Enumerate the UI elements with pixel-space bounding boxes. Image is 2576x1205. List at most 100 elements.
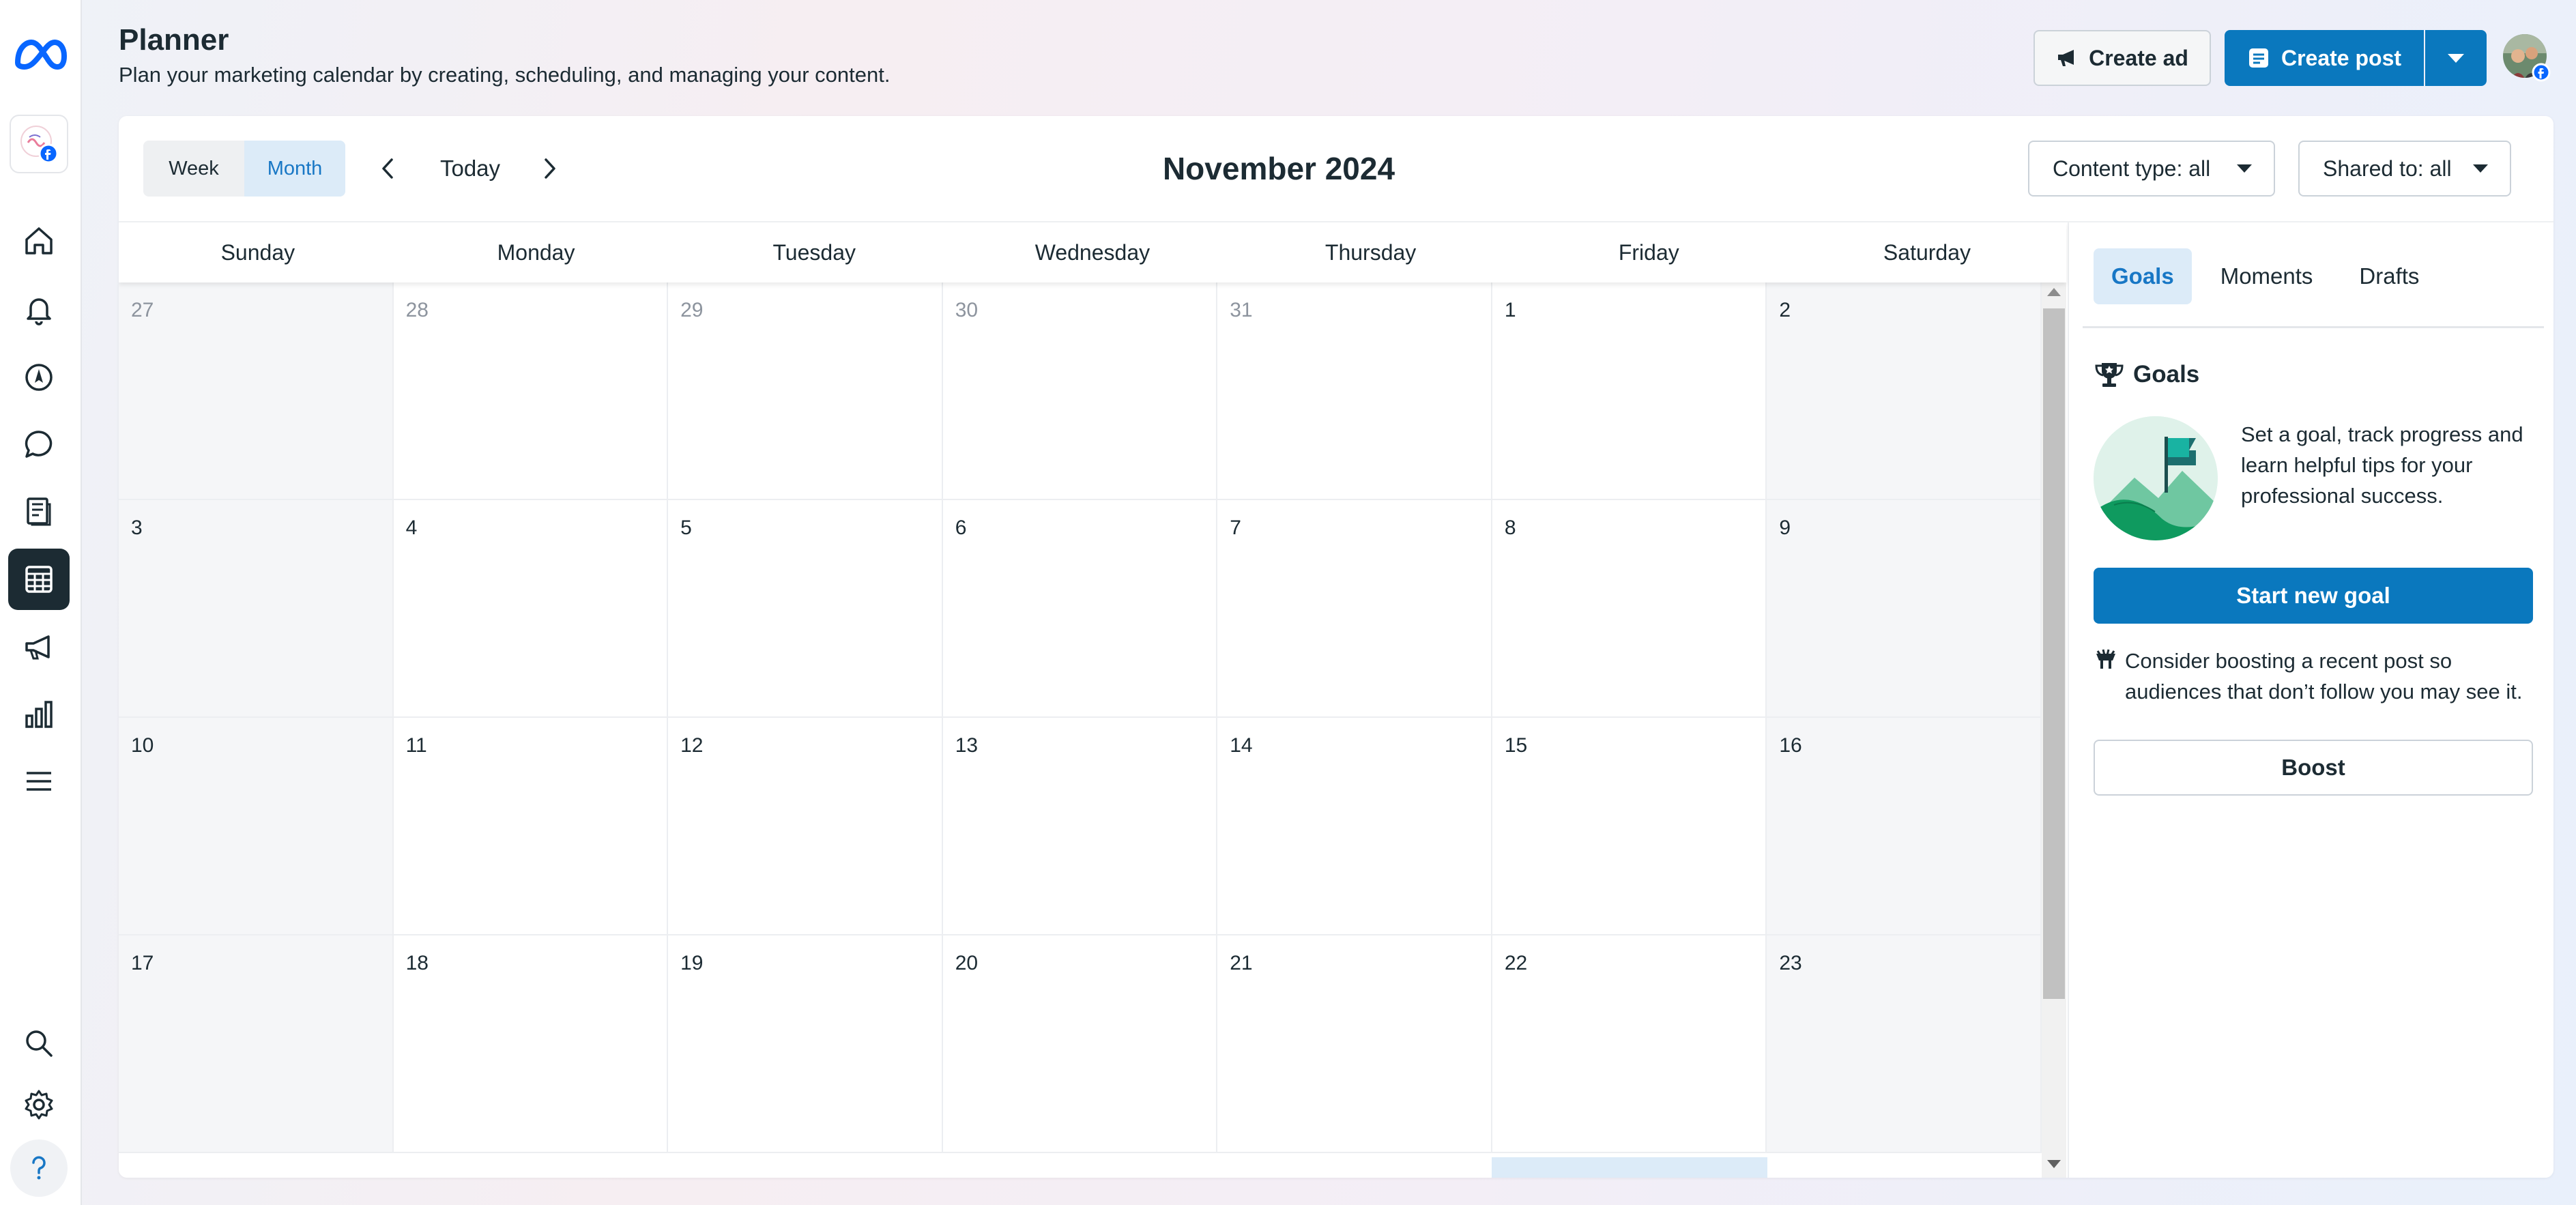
sidebar-item-content[interactable] xyxy=(8,480,70,542)
panel-tabs: Goals Moments Drafts xyxy=(2094,248,2437,304)
day-cell[interactable]: 10 xyxy=(119,718,394,935)
weekday-label: Friday xyxy=(1618,239,1679,265)
day-cell[interactable]: 8 xyxy=(1492,500,1767,718)
sidebar-item-ads[interactable] xyxy=(8,617,70,678)
week-row: 17 18 19 20 21 22 23 xyxy=(119,935,2042,1153)
day-cell[interactable]: 9 xyxy=(1767,500,2042,718)
day-cell[interactable]: 20 xyxy=(942,935,1218,1153)
content-type-filter[interactable]: Content type: all xyxy=(2028,141,2275,197)
megaphone-icon xyxy=(2058,50,2074,66)
day-cell[interactable]: 16 xyxy=(1767,718,2042,935)
calendar-scrollbar-thumb[interactable] xyxy=(2043,308,2065,999)
weekday-label: Sunday xyxy=(220,239,295,265)
sidebar-item-inbox[interactable] xyxy=(8,413,70,475)
day-cell[interactable]: 22 xyxy=(1492,935,1767,1153)
day-cell[interactable]: 18 xyxy=(393,935,669,1153)
weekday-header-row: Sunday Monday Tuesday Wednesday Thursday… xyxy=(119,222,2066,282)
day-cell[interactable]: 29 xyxy=(668,282,943,500)
sidebar-item-home[interactable] xyxy=(8,210,70,272)
planner-card: Week Month Today November 2024 Content t… xyxy=(119,116,2553,1178)
next-month-button[interactable] xyxy=(531,150,568,187)
mountain-flag-icon xyxy=(2094,416,2218,540)
today-button[interactable]: Today xyxy=(419,150,521,187)
goals-flag-illustration xyxy=(2094,416,2218,540)
menu-icon xyxy=(27,772,51,791)
week-row: 3 4 5 6 7 8 9 xyxy=(119,500,2042,718)
tab-goals[interactable]: Goals xyxy=(2094,248,2192,304)
scroll-up-arrow-icon[interactable] xyxy=(2047,288,2061,296)
goals-side-panel: Goals Moments Drafts Goals Set a goal, t… xyxy=(2068,222,2553,1178)
week-row: 10 11 12 13 14 15 16 xyxy=(119,718,2042,935)
trophy-icon xyxy=(2095,363,2124,387)
bell-icon xyxy=(27,298,51,325)
day-cell[interactable]: 28 xyxy=(393,282,669,500)
boost-tip: Consider boosting a recent post so audie… xyxy=(2094,645,2537,707)
scroll-down-arrow-icon[interactable] xyxy=(2047,1160,2061,1168)
day-cell[interactable]: 1 xyxy=(1492,282,1767,500)
goals-heading: Goals xyxy=(2094,360,2199,389)
meta-logo-icon[interactable] xyxy=(11,35,68,74)
shared-to-label: Shared to: all xyxy=(2323,156,2452,181)
day-cell[interactable]: 19 xyxy=(668,935,943,1153)
weekday-label: Wednesday xyxy=(1034,239,1150,265)
caret-down-icon xyxy=(2473,164,2488,173)
content-pages-icon xyxy=(27,497,51,526)
tab-drafts[interactable]: Drafts xyxy=(2341,248,2437,304)
page-avatar-icon xyxy=(20,126,59,164)
day-cell[interactable]: 17 xyxy=(119,935,394,1153)
start-new-goal-button[interactable]: Start new goal xyxy=(2094,568,2533,624)
sidebar-item-help[interactable] xyxy=(10,1139,68,1197)
week-row: 27 28 29 30 31 1 2 xyxy=(119,282,2042,500)
day-cell[interactable]: 23 xyxy=(1767,935,2042,1153)
sidebar-item-notifications[interactable] xyxy=(8,278,70,340)
month-grid: 27 28 29 30 31 1 2 3 4 5 6 7 8 9 10 11 1… xyxy=(119,282,2042,1178)
create-post-button[interactable]: Create post xyxy=(2225,30,2424,86)
day-cell[interactable]: 5 xyxy=(668,500,943,718)
view-week-button[interactable]: Week xyxy=(143,141,244,197)
sidebar-item-planner[interactable] xyxy=(8,549,70,610)
weekday-label: Tuesday xyxy=(772,239,856,265)
day-cell[interactable]: 3 xyxy=(119,500,394,718)
previous-month-button[interactable] xyxy=(370,150,407,187)
caret-down-icon xyxy=(2237,164,2252,173)
day-cell[interactable]: 12 xyxy=(668,718,943,935)
day-cell[interactable]: 30 xyxy=(942,282,1218,500)
left-navigation-rail xyxy=(0,0,82,1205)
day-cell[interactable]: 11 xyxy=(393,718,669,935)
sidebar-item-insights[interactable] xyxy=(8,684,70,745)
sidebar-item-explore[interactable] xyxy=(8,347,70,408)
goals-heading-label: Goals xyxy=(2133,361,2200,388)
chat-icon xyxy=(25,431,53,458)
help-icon xyxy=(32,1156,46,1180)
tab-moments[interactable]: Moments xyxy=(2203,248,2331,304)
user-avatar[interactable] xyxy=(2502,33,2552,83)
calendar-planner-icon xyxy=(25,566,53,593)
view-switcher: Week Month xyxy=(143,141,345,197)
sidebar-item-menu[interactable] xyxy=(8,751,70,812)
goals-description: Set a goal, track progress and learn hel… xyxy=(2241,422,2523,508)
sidebar-item-search[interactable] xyxy=(8,1013,70,1074)
boost-button[interactable]: Boost xyxy=(2094,740,2533,796)
sidebar-item-settings[interactable] xyxy=(8,1074,70,1135)
shared-to-filter[interactable]: Shared to: all xyxy=(2298,141,2511,197)
day-cell[interactable]: 6 xyxy=(942,500,1218,718)
today-column-highlight xyxy=(1492,1157,1767,1178)
day-cell[interactable]: 15 xyxy=(1492,718,1767,935)
search-icon xyxy=(26,1030,53,1057)
day-cell[interactable]: 21 xyxy=(1217,935,1492,1153)
view-month-button[interactable]: Month xyxy=(244,141,345,197)
megaphone-icon xyxy=(25,635,50,660)
day-cell[interactable]: 27 xyxy=(119,282,394,500)
create-post-dropdown-button[interactable] xyxy=(2425,30,2487,86)
day-cell[interactable]: 13 xyxy=(942,718,1218,935)
day-cell[interactable]: 4 xyxy=(393,500,669,718)
page-profile-avatar[interactable] xyxy=(10,115,68,173)
day-cell[interactable]: 14 xyxy=(1217,718,1492,935)
day-cell[interactable]: 31 xyxy=(1217,282,1492,500)
content-type-label: Content type: all xyxy=(2053,156,2211,181)
create-post-label: Create post xyxy=(2281,45,2402,70)
day-cell[interactable]: 7 xyxy=(1217,500,1492,718)
chevron-right-icon xyxy=(545,158,555,179)
day-cell[interactable]: 2 xyxy=(1767,282,2042,500)
create-ad-button[interactable]: Create ad xyxy=(2034,30,2211,86)
